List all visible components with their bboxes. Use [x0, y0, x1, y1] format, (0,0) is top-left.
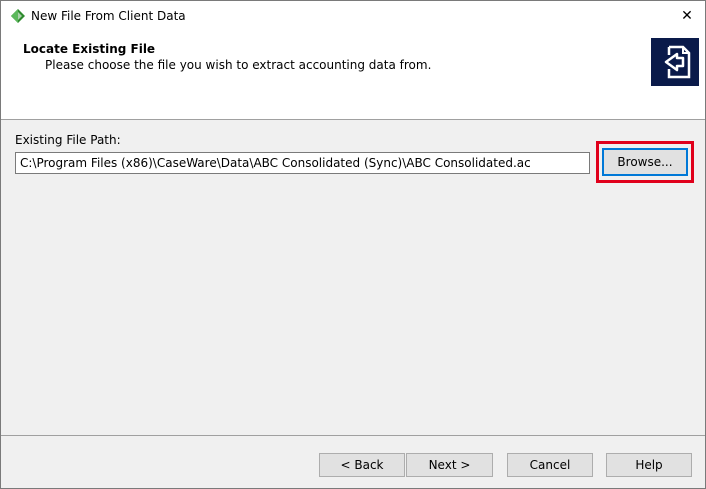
help-button[interactable]: Help [606, 453, 692, 477]
cancel-button[interactable]: Cancel [507, 453, 593, 477]
dialog-window: New File From Client Data ✕ Locate Exist… [0, 0, 706, 489]
window-title: New File From Client Data [31, 9, 186, 23]
file-path-input[interactable]: C:\Program Files (x86)\CaseWare\Data\ABC… [15, 152, 590, 174]
caseware-app-icon [10, 8, 26, 24]
browse-button[interactable]: Browse... [602, 148, 688, 176]
wizard-body: Existing File Path: C:\Program Files (x8… [1, 120, 705, 434]
next-button[interactable]: Next > [406, 453, 493, 477]
title-bar: New File From Client Data ✕ [1, 1, 705, 31]
wizard-header: Locate Existing File Please choose the f… [1, 31, 705, 120]
close-button[interactable]: ✕ [669, 1, 705, 31]
page-title: Locate Existing File [23, 42, 156, 56]
file-path-label: Existing File Path: [15, 133, 121, 147]
page-subtitle: Please choose the file you wish to extra… [45, 58, 432, 72]
file-arrow-icon [651, 38, 699, 86]
close-icon: ✕ [681, 8, 693, 24]
wizard-footer: < Back Next > Cancel Help [1, 436, 705, 488]
back-button[interactable]: < Back [319, 453, 405, 477]
